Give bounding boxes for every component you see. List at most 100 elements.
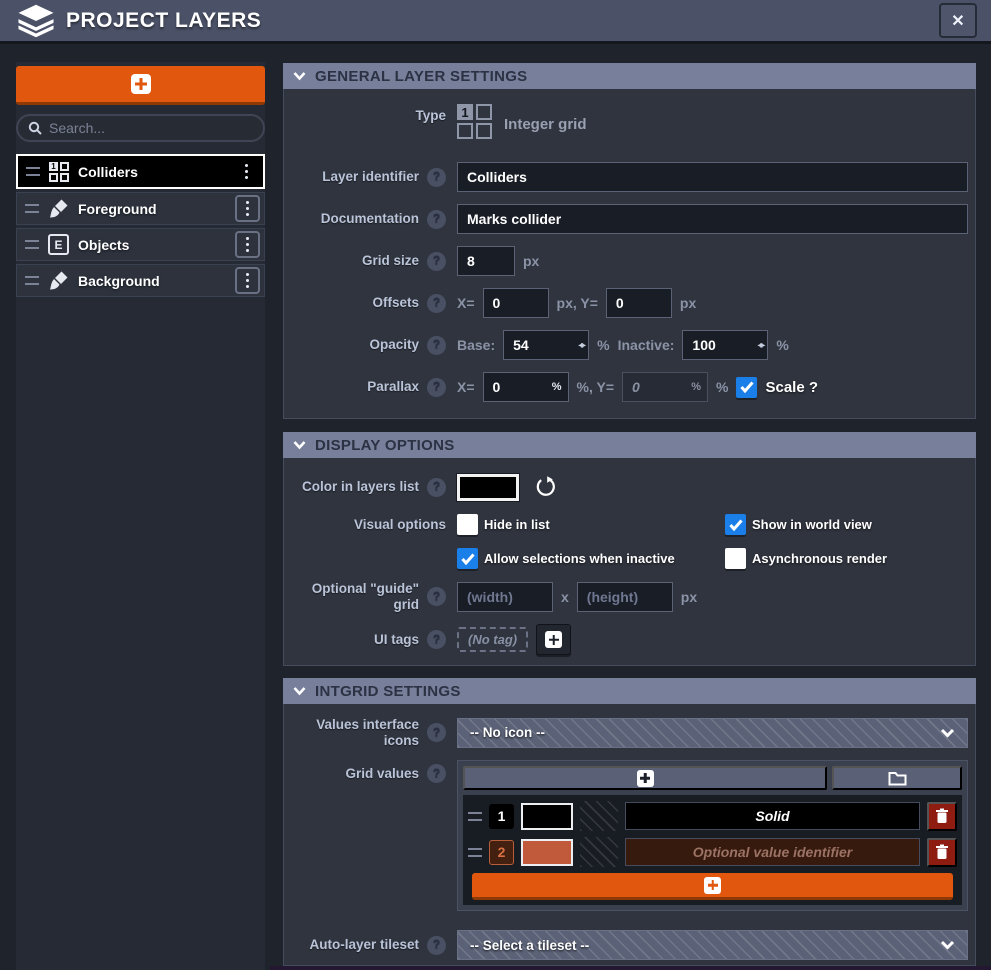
parallax-x-input[interactable] bbox=[483, 372, 569, 402]
delete-value-button[interactable] bbox=[927, 838, 957, 867]
layer-menu-button[interactable] bbox=[235, 267, 260, 294]
drag-handle-icon[interactable] bbox=[25, 204, 39, 213]
add-tag-button[interactable] bbox=[536, 624, 571, 655]
grid-values-row: Grid values ? bbox=[284, 760, 975, 911]
section-display-body: Color in layers list ? Visual options bbox=[283, 458, 976, 666]
plus-icon bbox=[131, 74, 151, 94]
value-identifier-input[interactable] bbox=[625, 838, 920, 866]
drag-handle-icon[interactable] bbox=[25, 240, 39, 249]
search-box[interactable] bbox=[16, 114, 265, 142]
search-icon bbox=[28, 121, 42, 135]
layer-name: Objects bbox=[78, 237, 129, 253]
help-icon[interactable]: ? bbox=[427, 168, 446, 187]
drag-handle-icon[interactable] bbox=[26, 167, 40, 176]
guide-height-input[interactable] bbox=[577, 582, 673, 612]
search-input[interactable] bbox=[49, 120, 253, 136]
hide-in-list-checkbox[interactable] bbox=[457, 514, 478, 535]
help-icon[interactable]: ? bbox=[427, 587, 446, 606]
drag-handle-icon[interactable] bbox=[468, 848, 482, 857]
auto-tileset-select[interactable]: -- Select a tileset -- bbox=[457, 930, 968, 960]
stripes-decoration bbox=[580, 837, 618, 867]
check-icon bbox=[461, 553, 475, 565]
offset-x-input[interactable] bbox=[483, 288, 549, 318]
reset-color-button[interactable] bbox=[535, 476, 557, 498]
help-icon[interactable]: ? bbox=[427, 378, 446, 397]
parallax-label: Parallax bbox=[367, 379, 419, 395]
add-grid-value-button[interactable] bbox=[472, 873, 953, 900]
help-icon[interactable]: ? bbox=[427, 336, 446, 355]
section-display-header[interactable]: DISPLAY OPTIONS bbox=[283, 432, 976, 458]
value-number-badge: 1 bbox=[489, 804, 514, 829]
plus-icon bbox=[545, 631, 562, 648]
layer-color-swatch[interactable] bbox=[457, 474, 519, 501]
help-icon[interactable]: ? bbox=[427, 478, 446, 497]
delete-value-button[interactable] bbox=[927, 802, 957, 831]
layer-name: Foreground bbox=[78, 201, 157, 217]
drag-handle-icon[interactable] bbox=[25, 276, 39, 285]
app-background-edge bbox=[270, 966, 991, 970]
grid-value-row: 2 bbox=[468, 837, 957, 867]
allow-selections-checkbox[interactable] bbox=[457, 548, 478, 569]
values-icons-row: Values interface icons ? -- No icon -- bbox=[284, 717, 975, 748]
value-group-button[interactable] bbox=[832, 766, 962, 790]
values-icons-select[interactable]: -- No icon -- bbox=[457, 718, 968, 748]
add-layer-button[interactable] bbox=[16, 66, 265, 105]
ui-tags-label: UI tags bbox=[374, 632, 419, 648]
layer-name: Colliders bbox=[78, 164, 138, 180]
value-identifier-input[interactable] bbox=[625, 802, 920, 830]
color-label: Color in layers list bbox=[302, 479, 419, 495]
layer-row-colliders[interactable]: 1 Colliders bbox=[16, 154, 265, 189]
documentation-label: Documentation bbox=[321, 211, 419, 227]
layer-menu-button[interactable] bbox=[235, 231, 260, 258]
offsets-row: Offsets ? X= px, Y= px bbox=[284, 288, 975, 318]
tiles-layer-icon bbox=[48, 198, 69, 219]
parallax-scale-label: Scale ? bbox=[765, 379, 818, 396]
grid-size-input[interactable] bbox=[457, 246, 515, 276]
layer-identifier-input[interactable] bbox=[457, 162, 968, 192]
help-icon[interactable]: ? bbox=[427, 723, 446, 742]
layer-name: Background bbox=[78, 273, 160, 289]
section-intgrid-body: Values interface icons ? -- No icon -- G… bbox=[283, 704, 976, 966]
no-tag-placeholder: (No tag) bbox=[457, 627, 528, 652]
layer-list: 1 Colliders Foreground E Objects bbox=[16, 154, 265, 297]
opacity-inactive-input[interactable] bbox=[682, 330, 768, 360]
value-color-swatch[interactable] bbox=[521, 839, 573, 866]
section-title: GENERAL LAYER SETTINGS bbox=[315, 68, 527, 85]
async-render-checkbox[interactable] bbox=[725, 548, 746, 569]
show-in-world-view-checkbox[interactable] bbox=[725, 514, 746, 535]
layer-row-objects[interactable]: E Objects bbox=[16, 228, 265, 261]
grid-values-list: 1 bbox=[463, 795, 962, 905]
layer-row-background[interactable]: Background bbox=[16, 264, 265, 297]
help-icon[interactable]: ? bbox=[427, 764, 446, 783]
layer-row-foreground[interactable]: Foreground bbox=[16, 192, 265, 225]
help-icon[interactable]: ? bbox=[427, 936, 446, 955]
entity-layer-icon: E bbox=[48, 234, 69, 255]
opacity-base-input[interactable] bbox=[503, 330, 589, 360]
visual-options-label: Visual options bbox=[354, 517, 446, 533]
help-icon[interactable]: ? bbox=[427, 210, 446, 229]
offset-y-input[interactable] bbox=[606, 288, 672, 318]
parallax-scale-checkbox[interactable] bbox=[736, 377, 757, 398]
help-icon[interactable]: ? bbox=[427, 252, 446, 271]
help-icon[interactable]: ? bbox=[427, 294, 446, 313]
documentation-input[interactable] bbox=[457, 204, 968, 234]
layer-menu-button[interactable] bbox=[234, 158, 259, 185]
layer-settings-panel: GENERAL LAYER SETTINGS Type 1 Integer gr… bbox=[283, 0, 976, 970]
value-color-swatch[interactable] bbox=[521, 803, 573, 830]
add-value-button[interactable] bbox=[463, 766, 827, 790]
guide-grid-label: Optional "guide" grid bbox=[284, 581, 419, 612]
help-icon[interactable]: ? bbox=[427, 630, 446, 649]
visual-options-grid: Hide in list Show in world view bbox=[457, 514, 968, 569]
section-general-header[interactable]: GENERAL LAYER SETTINGS bbox=[283, 63, 976, 89]
parallax-y-input[interactable] bbox=[622, 372, 708, 402]
grid-size-row: Grid size ? px bbox=[284, 246, 975, 276]
opacity-label: Opacity bbox=[369, 337, 419, 353]
layer-menu-button[interactable] bbox=[235, 195, 260, 222]
trash-icon bbox=[935, 844, 949, 860]
guide-width-input[interactable] bbox=[457, 582, 553, 612]
trash-icon bbox=[935, 808, 949, 824]
section-title: INTGRID SETTINGS bbox=[315, 683, 461, 700]
plus-icon bbox=[704, 877, 721, 894]
section-intgrid-header[interactable]: INTGRID SETTINGS bbox=[283, 678, 976, 704]
drag-handle-icon[interactable] bbox=[468, 812, 482, 821]
